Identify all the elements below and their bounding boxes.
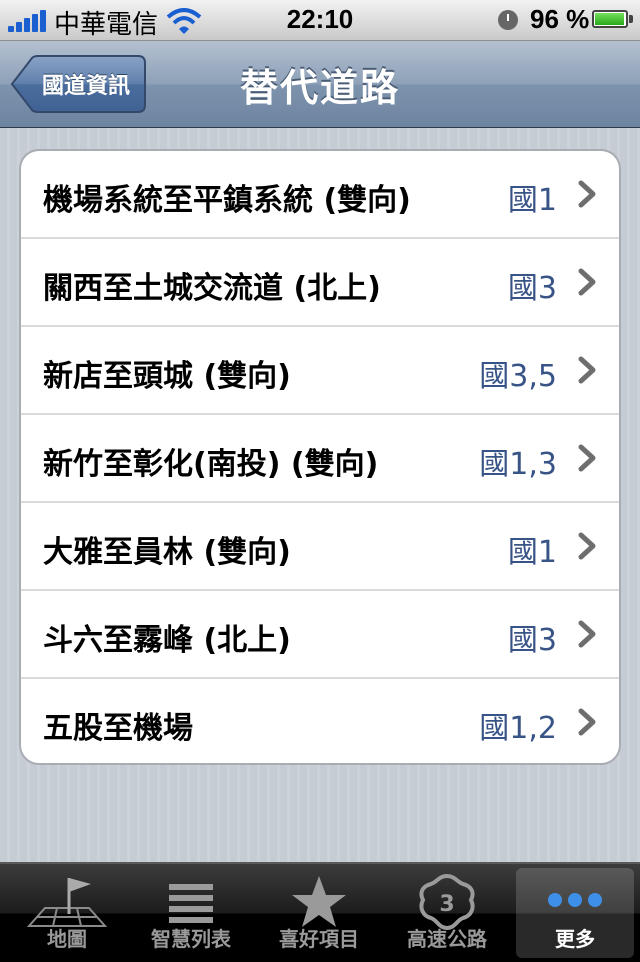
list-item[interactable]: 五股至機場 國1,2	[21, 679, 619, 763]
route-name: 大雅至員林 (雙向)	[43, 535, 291, 570]
freeway-number: 國1	[507, 183, 557, 218]
tab-bar: 地圖 智慧列表 喜好項目 3 高速公路 更多	[0, 862, 640, 962]
route-name: 機場系統至平鎮系統 (雙向)	[43, 183, 411, 218]
svg-text:3: 3	[439, 892, 454, 917]
navigation-bar: 國道資訊 替代道路	[0, 41, 640, 128]
freeway-number: 國1,2	[479, 711, 557, 746]
battery-percentage: 96 %	[530, 4, 590, 34]
list-item[interactable]: 大雅至員林 (雙向) 國1	[21, 503, 619, 591]
tab-more[interactable]: 更多	[516, 868, 634, 958]
battery-icon	[592, 10, 628, 28]
route-name: 斗六至霧峰 (北上)	[43, 623, 291, 658]
tab-map[interactable]: 地圖	[8, 868, 126, 958]
route-name: 關西至土城交流道 (北上)	[43, 271, 381, 306]
tab-label: 地圖	[47, 927, 87, 951]
list-item[interactable]: 新店至頭城 (雙向) 國3,5	[21, 327, 619, 415]
tab-label: 高速公路	[407, 927, 487, 951]
freeway-number: 國3	[507, 271, 557, 306]
freeway-number: 國3	[507, 623, 557, 658]
tab-label: 喜好項目	[279, 927, 359, 951]
route-name: 新竹至彰化(南投) (雙向)	[43, 447, 379, 482]
chevron-right-icon	[578, 444, 596, 472]
tab-label: 更多	[555, 927, 595, 951]
chevron-right-icon	[578, 268, 596, 296]
clock-icon	[498, 10, 518, 30]
chevron-right-icon	[578, 708, 596, 736]
tab-favorites[interactable]: 喜好項目	[260, 868, 378, 958]
chevron-right-icon	[578, 356, 596, 384]
chevron-right-icon	[578, 180, 596, 208]
list-item[interactable]: 新竹至彰化(南投) (雙向) 國1,3	[21, 415, 619, 503]
battery-tip	[629, 15, 633, 23]
tab-smart-list[interactable]: 智慧列表	[132, 868, 250, 958]
chevron-right-icon	[578, 532, 596, 560]
tab-label: 智慧列表	[151, 927, 231, 951]
page-title: 替代道路	[239, 66, 400, 110]
freeway-number: 國1,3	[479, 447, 557, 482]
list-item[interactable]: 機場系統至平鎮系統 (雙向) 國1	[21, 151, 619, 239]
chevron-right-icon	[578, 620, 596, 648]
status-bar: 中華電信 22:10 96 %	[0, 0, 640, 41]
tab-freeway[interactable]: 3 高速公路	[388, 868, 506, 958]
list-item[interactable]: 斗六至霧峰 (北上) 國3	[21, 591, 619, 679]
route-name: 五股至機場	[43, 711, 193, 746]
freeway-number: 國1	[507, 535, 557, 570]
alternative-routes-list: 機場系統至平鎮系統 (雙向) 國1 關西至土城交流道 (北上) 國3 新店至頭城…	[19, 149, 621, 765]
route-name: 新店至頭城 (雙向)	[43, 359, 291, 394]
freeway-number: 國3,5	[479, 359, 557, 394]
list-item[interactable]: 關西至土城交流道 (北上) 國3	[21, 239, 619, 327]
